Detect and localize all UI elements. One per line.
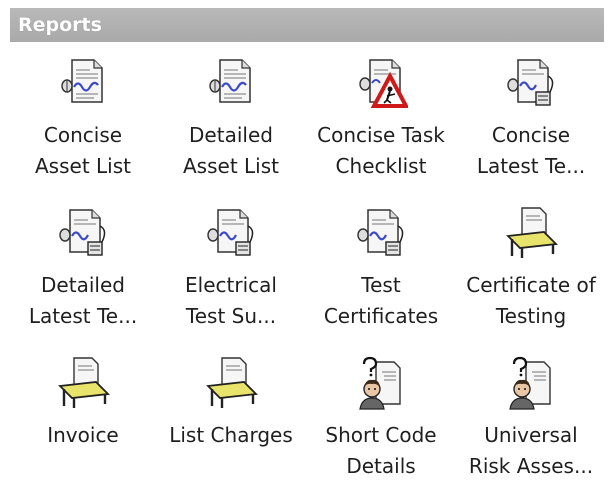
report-label-line1: Short Code [325, 423, 437, 447]
report-label-line1: Concise Task [317, 123, 445, 147]
report-label-line1: Certificate of [466, 273, 596, 297]
report-invoice[interactable]: Invoice [8, 356, 158, 496]
report-test-certificates[interactable]: Test Certificates [306, 206, 456, 346]
report-electrical-test-summary[interactable]: Electrical Test Su... [156, 206, 306, 346]
reports-header: Reports [10, 8, 604, 42]
report-tester-icon [207, 209, 254, 256]
report-tester-icon [357, 209, 404, 256]
report-label-line2: Checklist [335, 154, 427, 178]
report-label-line2: Certificates [323, 304, 439, 328]
report-concise-latest-test[interactable]: Concise Latest Te... [456, 56, 606, 196]
report-label-line2: Latest Te... [476, 154, 586, 178]
report-label-line1: Concise [43, 123, 123, 147]
report-detailed-asset-list[interactable]: Detailed Asset List [156, 56, 306, 196]
report-label-line2: Asset List [35, 154, 131, 178]
report-label-line1: Universal [484, 423, 578, 447]
report-label-line1: List Charges [169, 423, 293, 447]
report-doc-icon [209, 59, 251, 103]
report-short-code-details[interactable]: Short Code Details [306, 356, 456, 496]
report-certificate-of-testing[interactable]: Certificate of Testing [456, 206, 606, 346]
report-label-line2: Testing [495, 304, 567, 328]
report-label-line1: Test [361, 273, 401, 297]
report-label-line2: Risk Asses... [468, 454, 594, 478]
report-detailed-latest-test[interactable]: Detailed Latest Te... [8, 206, 158, 346]
invoice-icon [206, 357, 258, 408]
report-label-line2: Test Su... [185, 304, 277, 328]
report-warning-icon [359, 59, 408, 108]
report-concise-task-checklist[interactable]: Concise Task Checklist [306, 56, 456, 196]
certificate-icon [506, 207, 558, 258]
reports-panel: Reports Concise Asset List Detailed Asse… [0, 0, 615, 478]
report-label-line2: Latest Te... [28, 304, 138, 328]
report-label-line1: Concise [491, 123, 571, 147]
report-label-line2: Asset List [183, 154, 279, 178]
report-tester-icon [59, 209, 106, 256]
report-doc-icon [61, 59, 103, 103]
report-label-line1: Invoice [47, 423, 119, 447]
report-label-line1: Detailed [189, 123, 273, 147]
report-label-line1: Electrical [185, 273, 277, 297]
person-doc-icon [359, 356, 401, 410]
report-label-line1: Detailed [41, 273, 125, 297]
person-doc-icon [509, 356, 551, 410]
report-list-charges[interactable]: List Charges [156, 356, 306, 496]
report-universal-risk-assessment[interactable]: Universal Risk Asses... [456, 356, 606, 496]
report-label-line2: Details [346, 454, 416, 478]
reports-header-title: Reports [18, 14, 102, 36]
report-concise-asset-list[interactable]: Concise Asset List [8, 56, 158, 196]
report-tester-icon [507, 59, 554, 106]
invoice-icon [58, 357, 110, 408]
